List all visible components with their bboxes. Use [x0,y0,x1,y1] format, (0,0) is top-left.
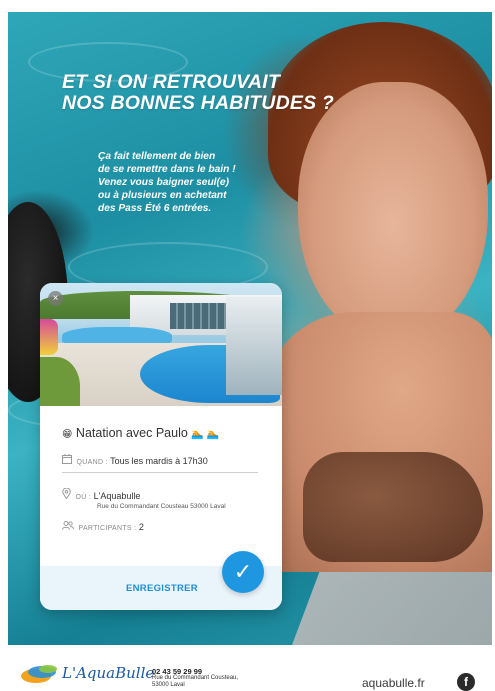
address-line: 53000 Laval [152,682,185,688]
facebook-icon[interactable]: f [457,673,475,691]
confirm-check-button[interactable]: ✓ [222,551,264,593]
subtext-line: des Pass Été 6 entrées. [98,203,212,214]
contact-block: 02 43 59 29 99 Rue du Commandant Coustea… [152,668,238,689]
aquabulle-logo: L'AquaBulle [20,660,154,688]
hand-on-edge [303,452,483,562]
field-divider [62,472,258,473]
where-row: OÙ : L'Aquabulle [62,487,141,502]
swimmer-emoji-icon: 🏊 🏊 [191,429,219,440]
photo-glass-facade [170,303,230,329]
check-icon: ✓ [233,559,253,584]
poster-headline: ET SI ON RETROUVAIT NOS BONNES HABITUDES… [62,72,402,114]
headline-line: ET SI ON RETROUVAIT [62,71,280,93]
event-photo [40,283,282,406]
participants-row: PARTICIPANTS : 2 [62,521,144,533]
location-pin-icon [62,487,71,502]
close-icon[interactable]: × [48,291,63,306]
event-title-text: Natation avec Paulo [75,426,188,440]
participants-value: 2 [138,522,144,532]
photo-slide [40,319,58,355]
address-line: Rue du Commandant Cousteau, [152,675,239,681]
event-title: 😁 Natation avec Paulo 🏊 🏊 [62,426,219,440]
logo-text: L'AquaBulle [62,664,155,682]
where-value: L'Aquabulle [93,491,141,501]
calendar-icon [62,454,72,467]
photo-tower [226,297,282,395]
subtext-line: Venez vous baigner seul(e) [98,177,229,188]
where-label: OÙ : [75,494,92,501]
subtext-line: Ça fait tellement de bien [98,151,216,162]
subtext-line: de se remettre dans le bain ! [98,164,236,175]
participants-label: PARTICIPANTS : [78,525,137,532]
register-button[interactable]: ENREGISTRER [126,583,198,594]
when-value: Tous les mardis à 17h30 [110,456,208,466]
logo-swirl-icon [21,665,57,683]
grin-emoji-icon: 😁 [62,429,73,440]
where-address: Rue du Commandant Cousteau 53000 Laval [97,503,226,510]
website-link[interactable]: aquabulle.fr [362,676,425,690]
people-icon [62,521,74,533]
when-row: QUAND : Tous les mardis à 17h30 [62,454,208,467]
subtext-line: ou à plusieurs en achetant [98,190,227,201]
headline-line: NOS BONNES HABITUDES ? [62,92,335,114]
poster-subtext: Ça fait tellement de bien de se remettre… [98,150,268,215]
when-label: QUAND : [76,459,108,466]
phone-number: 02 43 59 29 99 [152,667,203,676]
man-face [298,82,488,342]
